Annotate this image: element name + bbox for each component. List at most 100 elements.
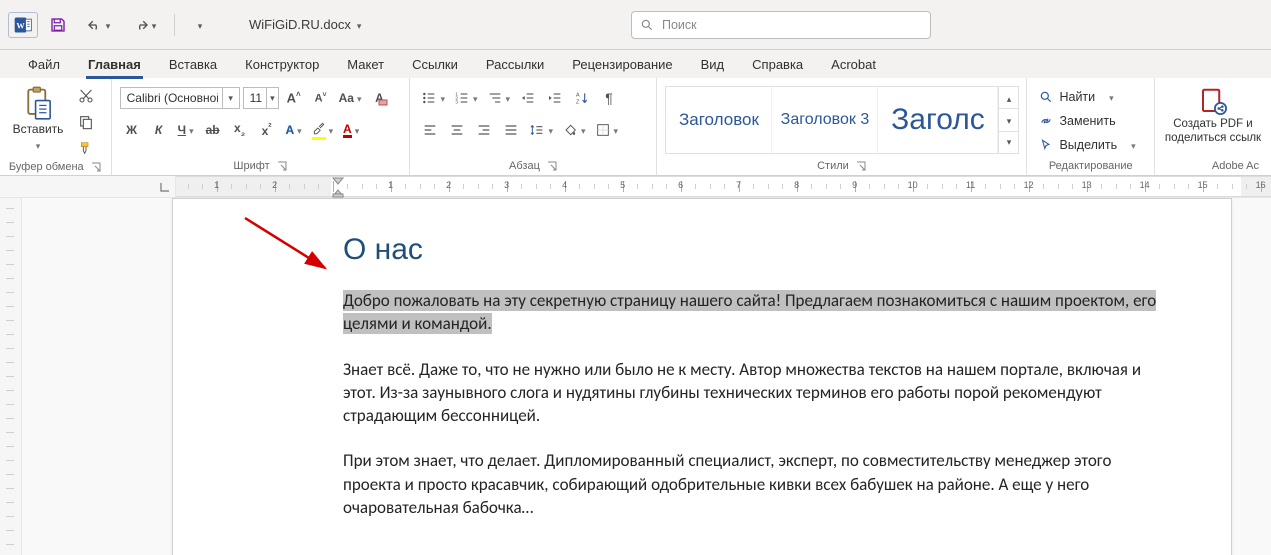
increase-font-button[interactable]: A˄ [282, 86, 306, 110]
tab-insert[interactable]: Вставка [157, 53, 229, 78]
align-center-button[interactable] [445, 118, 469, 142]
qat-undo[interactable] [78, 11, 118, 39]
cut-button[interactable] [74, 84, 98, 108]
vruler-tick [6, 334, 14, 335]
decrease-font-button[interactable]: A˅ [309, 86, 333, 110]
tab-review[interactable]: Рецензирование [560, 53, 684, 78]
tab-selector-icon[interactable] [159, 181, 171, 193]
dialog-launcher-icon[interactable] [546, 160, 558, 172]
chevron-down-icon [222, 88, 239, 108]
create-pdf-button[interactable]: Создать PDF и поделиться ссылк [1163, 82, 1263, 146]
replace-icon [1039, 114, 1053, 128]
document-scroll[interactable]: О нас Добро пожаловать на эту секретную … [22, 198, 1271, 555]
format-painter-button[interactable] [74, 136, 98, 160]
vruler-tick [6, 348, 14, 349]
ruler-tick [1014, 184, 1015, 189]
gallery-scroll-up[interactable] [999, 87, 1018, 109]
tab-mailings[interactable]: Рассылки [474, 53, 556, 78]
dialog-launcher-icon[interactable] [276, 160, 288, 172]
align-center-icon [449, 122, 465, 138]
ruler-tick [463, 184, 464, 189]
multilevel-list-button[interactable] [484, 86, 514, 110]
decrease-indent-button[interactable] [516, 86, 540, 110]
tab-help[interactable]: Справка [740, 53, 815, 78]
ruler-tick [768, 184, 769, 189]
dialog-launcher-icon[interactable] [90, 161, 102, 173]
justify-button[interactable] [499, 118, 523, 142]
ruler-tick [260, 184, 261, 189]
copy-button[interactable] [74, 110, 98, 134]
find-button[interactable]: Найти [1035, 86, 1117, 108]
document-paragraph-3[interactable]: При этом знает, что делает. Дипломирован… [343, 449, 1173, 519]
pdf-share-icon [1198, 86, 1228, 116]
title-bar: W WiFiGiD.RU.docx [0, 0, 1271, 50]
tab-view[interactable]: Вид [689, 53, 737, 78]
search-icon [1039, 90, 1053, 104]
group-styles: Заголовок Заголовок 3 Заголс ▾ Стили [657, 78, 1027, 175]
ruler-tick [652, 184, 653, 189]
document-heading[interactable]: О нас [343, 233, 1191, 267]
align-left-button[interactable] [418, 118, 442, 142]
change-case-button[interactable]: Aa [336, 86, 365, 110]
paste-label: Вставить [13, 122, 64, 136]
highlight-color-button[interactable] [309, 118, 337, 142]
borders-button[interactable] [592, 118, 622, 142]
replace-button[interactable]: Заменить [1035, 110, 1119, 132]
select-button[interactable]: Выделить [1035, 134, 1139, 156]
font-size-dropdown[interactable]: 11 [243, 87, 279, 109]
bullets-button[interactable] [418, 86, 448, 110]
qat-redo[interactable] [124, 11, 164, 39]
underline-button[interactable]: Ч [174, 118, 198, 142]
ruler-tick [478, 184, 479, 189]
dialog-launcher-icon[interactable] [855, 160, 867, 172]
style-heading3[interactable]: Заголовок 3 [772, 87, 878, 153]
strikethrough-button[interactable]: ab [201, 118, 225, 142]
bullets-icon [421, 90, 437, 106]
qat-save[interactable] [44, 11, 72, 39]
increase-indent-button[interactable] [543, 86, 567, 110]
italic-button[interactable]: К [147, 118, 171, 142]
search-input[interactable]: Поиск [631, 11, 931, 39]
qat-customize[interactable] [185, 11, 213, 39]
sort-button[interactable]: AZ [570, 86, 594, 110]
clear-formatting-button[interactable]: A [367, 86, 391, 110]
vruler-tick [6, 320, 14, 321]
tab-home[interactable]: Главная [76, 53, 153, 78]
ruler-number: 11 [966, 180, 975, 190]
tab-references[interactable]: Ссылки [400, 53, 470, 78]
text-effects-button[interactable]: A [282, 118, 306, 142]
tab-layout[interactable]: Макет [335, 53, 396, 78]
ruler-tick [231, 184, 232, 189]
document-page[interactable]: О нас Добро пожаловать на эту секретную … [172, 198, 1232, 555]
font-color-button[interactable]: A [339, 118, 363, 142]
ruler-number: 8 [794, 180, 799, 190]
gallery-scroll-down[interactable] [999, 109, 1018, 131]
gallery-expand[interactable]: ▾ [999, 132, 1018, 153]
ruler-number: 9 [852, 180, 857, 190]
show-formatting-button[interactable]: ¶ [597, 86, 621, 110]
horizontal-ruler[interactable]: 1212345678910111213141516171819 [176, 176, 1271, 197]
document-title[interactable]: WiFiGiD.RU.docx [249, 17, 361, 32]
document-paragraph-2[interactable]: Знает всё. Даже то, что не нужно или был… [343, 358, 1173, 428]
vruler-tick [6, 460, 14, 461]
document-paragraph-1[interactable]: Добро пожаловать на эту секретную страни… [343, 289, 1173, 336]
superscript-button[interactable]: x² [255, 118, 279, 142]
chevron-down-icon [357, 91, 362, 105]
ruler-tick [246, 184, 247, 189]
numbering-button[interactable]: 123 [451, 86, 481, 110]
ruler-number: 10 [908, 180, 918, 190]
bold-button[interactable]: Ж [120, 118, 144, 142]
tab-acrobat[interactable]: Acrobat [819, 53, 888, 78]
font-family-dropdown[interactable]: Calibri (Основной [120, 87, 240, 109]
subscript-button[interactable]: x₂ [228, 118, 252, 142]
style-title[interactable]: Заголс [878, 87, 998, 153]
vruler-tick [6, 250, 14, 251]
style-heading[interactable]: Заголовок [666, 87, 772, 153]
shading-button[interactable] [559, 118, 589, 142]
vertical-ruler[interactable] [0, 198, 22, 555]
paste-button[interactable]: Вставить [8, 82, 68, 152]
line-spacing-button[interactable] [526, 118, 556, 142]
tab-file[interactable]: Файл [16, 53, 72, 78]
align-right-button[interactable] [472, 118, 496, 142]
tab-design[interactable]: Конструктор [233, 53, 331, 78]
